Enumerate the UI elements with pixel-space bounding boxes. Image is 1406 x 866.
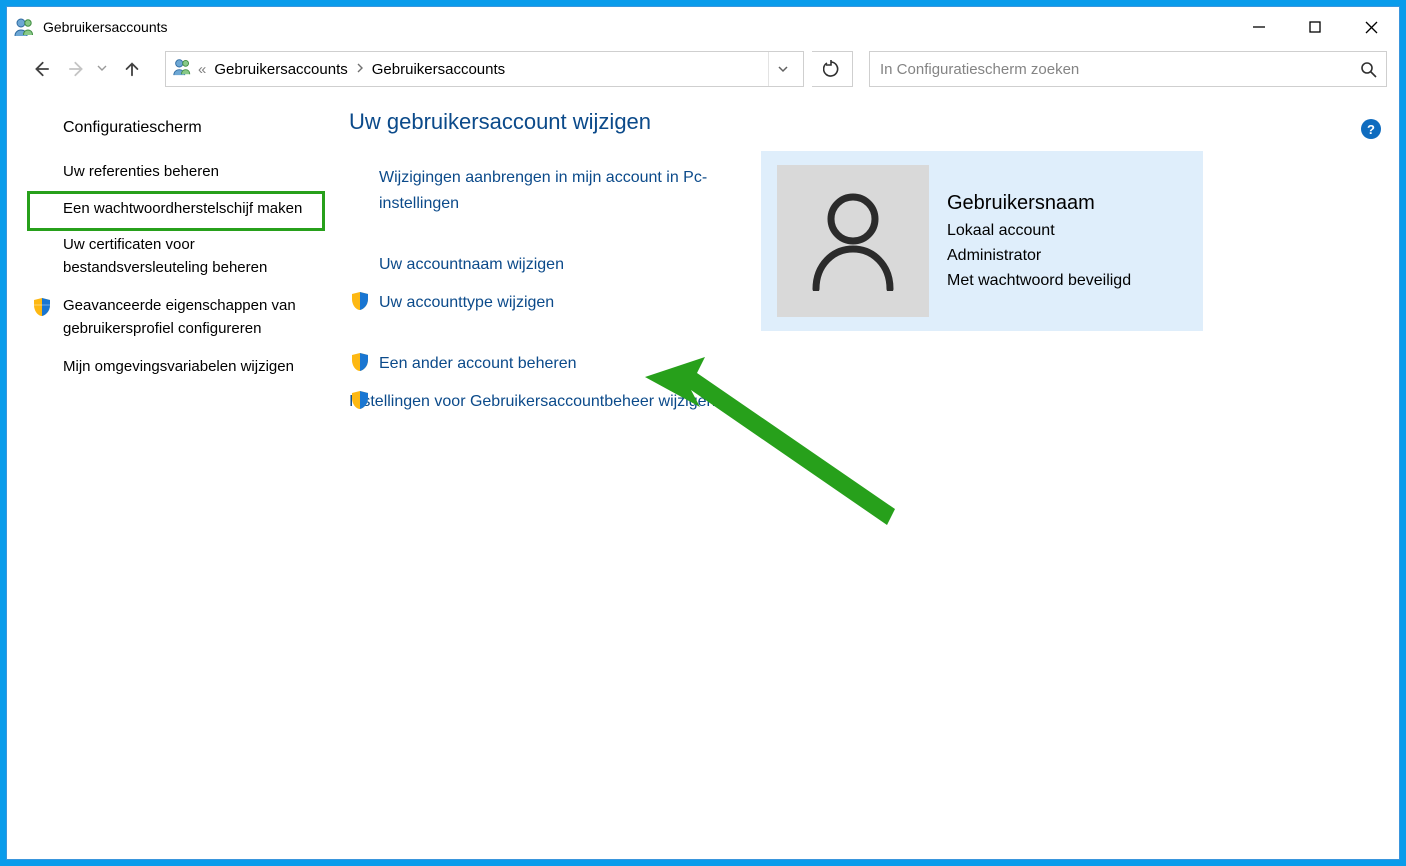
action-row: Uw accounttype wijzigen [349, 284, 769, 322]
user-accounts-icon [172, 57, 192, 81]
breadcrumb-prefix: « [198, 61, 206, 78]
main-content: Uw gebruikersaccount wijzigen Wijziginge… [325, 103, 1379, 859]
search-input[interactable] [870, 61, 1350, 78]
address-bar[interactable]: « Gebruikersaccounts Gebruikersaccounts [165, 51, 804, 87]
user-info: Gebruikersnaam Lokaal account Administra… [947, 188, 1131, 293]
current-account-card: Gebruikersnaam Lokaal account Administra… [761, 151, 1203, 331]
action-row: Een ander account beheren [349, 345, 769, 383]
shield-icon [349, 351, 371, 373]
link-manage-other-account[interactable]: Een ander account beheren [379, 355, 576, 372]
up-button[interactable] [117, 54, 147, 84]
sidebar-create-password-reset-disk[interactable]: Een wachtwoordherstelschijf maken [27, 191, 325, 232]
account-role: Administrator [947, 244, 1131, 269]
account-protection: Met wachtwoord beveiligd [947, 269, 1131, 294]
shield-icon [31, 296, 53, 318]
search-button[interactable] [1350, 52, 1386, 86]
refresh-button[interactable] [812, 51, 853, 87]
action-row: Uw accountnaam wijzigen [349, 246, 769, 284]
close-button[interactable] [1343, 7, 1399, 47]
window-controls [1231, 7, 1399, 47]
sidebar-advanced-user-profile[interactable]: Geavanceerde eigenschappen van gebruiker… [27, 289, 325, 350]
breadcrumb-item[interactable]: Gebruikersaccounts [212, 61, 349, 78]
window-frame: Gebruikersaccounts [6, 6, 1400, 860]
shield-icon [349, 389, 371, 411]
back-button[interactable] [25, 54, 55, 84]
link-uac-settings[interactable]: Instellingen voor Gebruikersaccountbehee… [349, 389, 715, 415]
sidebar-item-label: Geavanceerde eigenschappen van gebruiker… [63, 297, 296, 337]
user-accounts-icon [13, 16, 35, 38]
account-type: Lokaal account [947, 219, 1131, 244]
titlebar: Gebruikersaccounts [7, 7, 1399, 47]
control-panel-home-link[interactable]: Configuratiescherm [27, 115, 325, 155]
breadcrumb-item[interactable]: Gebruikersaccounts [370, 61, 507, 78]
address-history-dropdown[interactable] [768, 52, 797, 86]
account-name: Gebruikersnaam [947, 188, 1131, 219]
link-change-account-name[interactable]: Uw accountnaam wijzigen [379, 256, 564, 273]
action-row: Instellingen voor Gebruikersaccountbehee… [349, 383, 769, 421]
body: Configuratiescherm Uw referenties behere… [7, 91, 1399, 859]
avatar [777, 165, 929, 317]
action-links: Wijzigingen aanbrengen in mijn account i… [349, 159, 769, 421]
titlebar-left: Gebruikersaccounts [13, 16, 168, 38]
recent-locations-dropdown[interactable] [97, 63, 107, 76]
shield-icon [349, 290, 371, 312]
chevron-right-icon [356, 63, 364, 76]
window-title: Gebruikersaccounts [43, 19, 168, 35]
sidebar: Configuratiescherm Uw referenties behere… [27, 103, 325, 859]
nav-row: « Gebruikersaccounts Gebruikersaccounts [7, 47, 1399, 91]
sidebar-manage-efs-certificates[interactable]: Uw certificaten voor bestandsversleuteli… [27, 228, 325, 289]
sidebar-environment-variables[interactable]: Mijn omgevingsvariabelen wijzigen [27, 350, 325, 389]
forward-button[interactable] [63, 54, 93, 84]
page-heading: Uw gebruikersaccount wijzigen [349, 109, 1379, 135]
link-change-account-type[interactable]: Uw accounttype wijzigen [379, 294, 554, 311]
link-pc-settings[interactable]: Wijzigingen aanbrengen in mijn account i… [379, 169, 707, 212]
action-row: Wijzigingen aanbrengen in mijn account i… [349, 159, 769, 222]
minimize-button[interactable] [1231, 7, 1287, 47]
maximize-button[interactable] [1287, 7, 1343, 47]
search-box [869, 51, 1387, 87]
sidebar-manage-credentials[interactable]: Uw referenties beheren [27, 155, 325, 194]
